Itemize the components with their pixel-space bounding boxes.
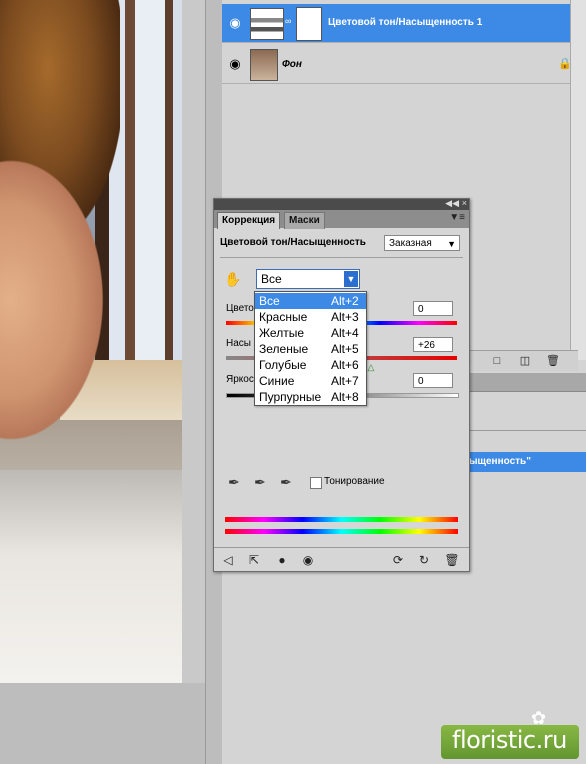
lightness-label: Яркос: [226, 374, 254, 385]
eye-icon[interactable]: ◉: [226, 14, 244, 32]
expand-icon[interactable]: ⇱: [246, 552, 262, 568]
visibility-icon[interactable]: ◉: [300, 552, 316, 568]
watermark-text: floristic.ru: [452, 726, 567, 754]
back-arrow-icon[interactable]: ◁: [220, 552, 236, 568]
saturation-value-field[interactable]: +26: [413, 337, 453, 352]
panel-menu-icon[interactable]: ▼≡: [449, 212, 465, 223]
channel-option-shortcut: Alt+4: [331, 326, 359, 340]
channel-option-label: Красные: [259, 310, 308, 324]
channel-option-label: Желтые: [259, 326, 305, 340]
tab-masks[interactable]: Маски: [284, 212, 325, 229]
channel-option-label: Все: [259, 294, 280, 308]
saturation-label: Насы: [226, 338, 251, 349]
photo-dress: [0, 470, 182, 683]
output-spectrum-bar: [225, 529, 458, 534]
channel-option-shortcut: Alt+2: [331, 294, 359, 308]
channel-option-label: Голубые: [259, 358, 307, 372]
layer-name: Фон: [282, 59, 302, 70]
chevron-down-icon[interactable]: ▼: [344, 271, 358, 287]
saturation-slider-thumb[interactable]: △: [368, 362, 375, 373]
layers-scrollbar[interactable]: [570, 0, 586, 360]
flower-icon: ✿: [531, 708, 547, 728]
colorize-label: Тонирование: [324, 476, 385, 487]
adjustment-title: Цветовой тон/Насыщенность: [220, 237, 366, 248]
channel-option-label: Синие: [259, 374, 295, 388]
panel-titlebar[interactable]: ◀◀ ×: [214, 198, 469, 210]
layer-thumbnail: [250, 49, 278, 81]
reset-icon[interactable]: ↻: [416, 552, 432, 568]
hue-value-field[interactable]: 0: [413, 301, 453, 316]
preset-select[interactable]: Заказная ▼: [384, 235, 460, 251]
channel-option-shortcut: Alt+6: [331, 358, 359, 372]
channel-value: Все: [261, 272, 282, 286]
channel-option-shortcut: Alt+5: [331, 342, 359, 356]
channel-option[interactable]: Голубые Alt+6: [255, 357, 366, 373]
eyedropper-plus-icon[interactable]: ✒: [254, 474, 266, 491]
previous-state-icon[interactable]: ⟳: [390, 552, 406, 568]
channel-option-label: Пурпурные: [259, 390, 322, 404]
channel-dropdown-list: Все Alt+2 Красные Alt+3 Желтые Alt+4 Зеленые Al…: [254, 291, 367, 406]
mask-thumbnail[interactable]: [296, 7, 322, 41]
channel-select[interactable]: Все ▼: [256, 269, 360, 289]
channel-option[interactable]: Желтые Alt+4: [255, 325, 366, 341]
adjustment-thumbnail-icon: [250, 8, 284, 40]
divider: [220, 257, 463, 258]
history-selected-item[interactable]: ыщенность": [466, 452, 586, 472]
channel-option-shortcut: Alt+3: [331, 310, 359, 324]
channel-option[interactable]: Синие Alt+7: [255, 373, 366, 389]
preset-value: Заказная: [389, 238, 432, 249]
history-divider: [466, 430, 586, 431]
close-icon[interactable]: ×: [462, 198, 467, 208]
hue-label: Цвето: [226, 303, 254, 314]
new-layer-icon[interactable]: ◫: [518, 354, 532, 368]
mask-icon[interactable]: ●: [274, 552, 290, 568]
lightness-value-field[interactable]: 0: [413, 373, 453, 388]
hand-icon[interactable]: ✋: [224, 271, 241, 288]
channel-option-label: Зеленые: [259, 342, 309, 356]
channel-option[interactable]: Все Alt+2: [255, 293, 366, 309]
channel-option-shortcut: Alt+8: [331, 390, 359, 404]
channel-option[interactable]: Пурпурные Alt+8: [255, 389, 366, 405]
eyedropper-minus-icon[interactable]: ✒: [280, 474, 292, 491]
channel-option[interactable]: Зеленые Alt+5: [255, 341, 366, 357]
tab-correction[interactable]: Коррекция: [217, 212, 281, 229]
trash-icon[interactable]: 🗑: [546, 354, 560, 368]
panel-tab-bar: Коррекция Маски ▼≡: [214, 210, 469, 229]
folder-icon[interactable]: □: [490, 354, 504, 368]
input-spectrum-bar: [225, 517, 458, 522]
canvas-bottom-area: [0, 683, 205, 764]
colorize-checkbox[interactable]: [310, 477, 322, 489]
collapse-icon[interactable]: ◀◀: [445, 198, 459, 209]
link-icon: ∞: [285, 16, 292, 26]
eyedropper-icon[interactable]: ✒: [228, 474, 240, 491]
layer-row-adjustment[interactable]: ◉ ∞ Цветовой тон/Насыщенность 1: [222, 4, 578, 43]
photo-shoulder: [0, 150, 110, 450]
layer-row-background[interactable]: ◉ Фон 🔒: [222, 45, 578, 84]
trash-icon[interactable]: 🗑: [444, 552, 460, 568]
channel-option-shortcut: Alt+7: [331, 374, 359, 388]
chevron-down-icon: ▼: [447, 239, 456, 249]
document-canvas[interactable]: [0, 0, 182, 683]
eye-icon[interactable]: ◉: [226, 55, 244, 73]
channel-option[interactable]: Красные Alt+3: [255, 309, 366, 325]
panel-footer: ◁ ⇱ ● ◉ ⟳ ↻ 🗑: [214, 547, 469, 572]
layer-name: Цветовой тон/Насыщенность 1: [328, 17, 483, 28]
